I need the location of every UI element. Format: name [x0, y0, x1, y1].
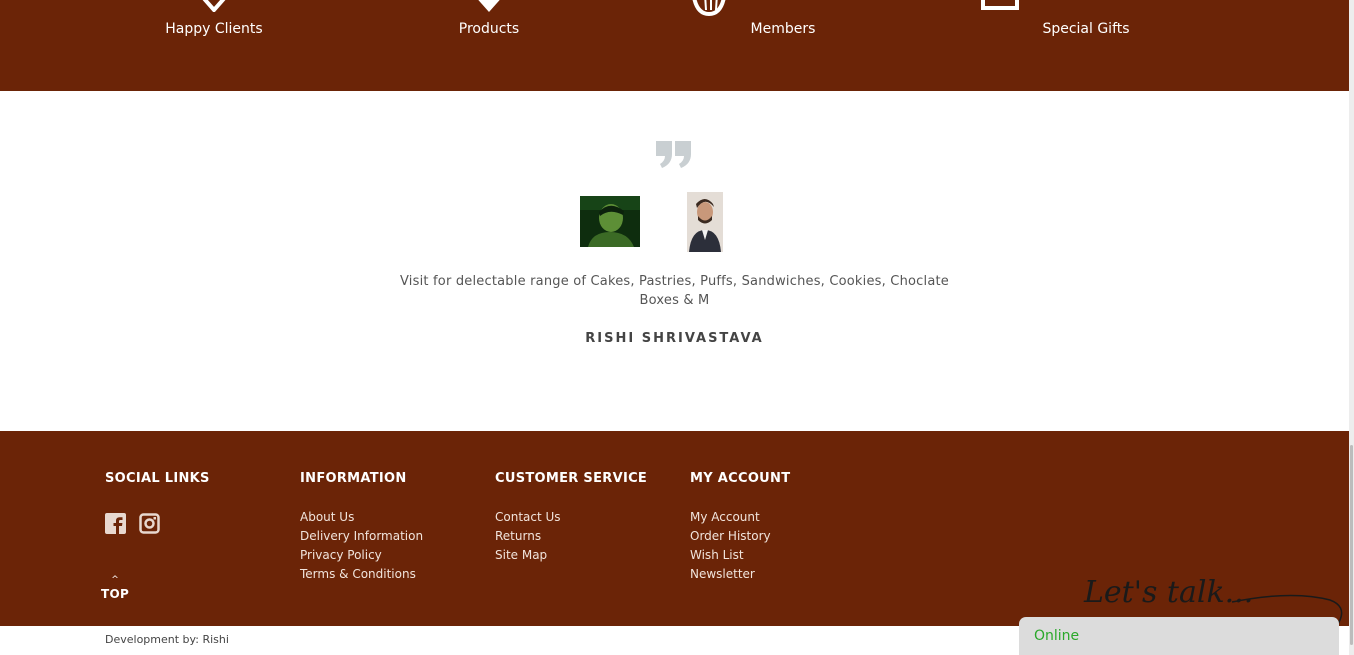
- gift-box-icon: [980, 0, 1020, 18]
- footer-col-social: SOCIAL LINKS: [105, 471, 210, 508]
- footer-link-order-history[interactable]: Order History: [690, 527, 790, 546]
- footer-heading-social: SOCIAL LINKS: [105, 471, 210, 486]
- footer-heading-information: INFORMATION: [300, 471, 407, 486]
- stat-label: Products: [458, 21, 520, 37]
- cup-icon: [689, 0, 729, 22]
- back-to-top-label: TOP: [100, 587, 130, 601]
- facebook-icon[interactable]: [105, 513, 126, 534]
- testimonial-text: Visit for delectable range of Cakes, Pas…: [400, 274, 949, 308]
- footer-link-site-map[interactable]: Site Map: [495, 546, 647, 565]
- avatar[interactable]: [687, 192, 723, 252]
- quote-icon: [655, 140, 695, 170]
- footer-link-about-us[interactable]: About Us: [300, 508, 423, 527]
- stat-label: Special Gifts: [1042, 21, 1130, 37]
- testimonial-author: RISHI SHRIVASTAVA: [585, 331, 764, 346]
- footer-heading-my-account: MY ACCOUNT: [690, 471, 791, 486]
- stat-label: Happy Clients: [165, 21, 263, 37]
- scrollbar[interactable]: [1349, 0, 1354, 655]
- footer-link-my-account[interactable]: My Account: [690, 508, 790, 527]
- avatar[interactable]: [580, 196, 640, 247]
- chat-widget[interactable]: Online: [1019, 617, 1339, 655]
- chat-status: Online: [1034, 628, 1080, 644]
- stat-label: Members: [750, 21, 816, 37]
- diamond-icon: [469, 0, 509, 18]
- footer-link-terms-conditions[interactable]: Terms & Conditions: [300, 565, 423, 584]
- stats-band: Happy Clients Products Members Special G…: [0, 0, 1349, 91]
- chevron-up-icon: ^: [111, 575, 119, 585]
- footer-heading-customer-service: CUSTOMER SERVICE: [495, 471, 648, 486]
- back-to-top-button[interactable]: ^ TOP: [98, 575, 132, 602]
- testimonial-section: Visit for delectable range of Cakes, Pas…: [0, 91, 1349, 431]
- footer-link-privacy-policy[interactable]: Privacy Policy: [300, 546, 423, 565]
- footer-link-newsletter[interactable]: Newsletter: [690, 565, 790, 584]
- page: Happy Clients Products Members Special G…: [0, 0, 1354, 655]
- scrollbar-thumb[interactable]: [1350, 445, 1353, 645]
- footer-col-customer-service: CUSTOMER SERVICE Contact Us Returns Site…: [495, 471, 647, 565]
- footer-link-delivery-information[interactable]: Delivery Information: [300, 527, 423, 546]
- footer-col-information: INFORMATION About Us Delivery Informatio…: [300, 471, 423, 584]
- footer-link-wish-list[interactable]: Wish List: [690, 546, 790, 565]
- footer-link-contact-us[interactable]: Contact Us: [495, 508, 647, 527]
- footer-col-my-account: MY ACCOUNT My Account Order History Wish…: [690, 471, 790, 584]
- instagram-icon[interactable]: [139, 513, 160, 534]
- footer-link-returns[interactable]: Returns: [495, 527, 647, 546]
- development-credit: Development by: Rishi: [105, 633, 229, 646]
- diamond-icon: [197, 0, 231, 16]
- svg-text:Let's talk...: Let's talk...: [1083, 575, 1253, 610]
